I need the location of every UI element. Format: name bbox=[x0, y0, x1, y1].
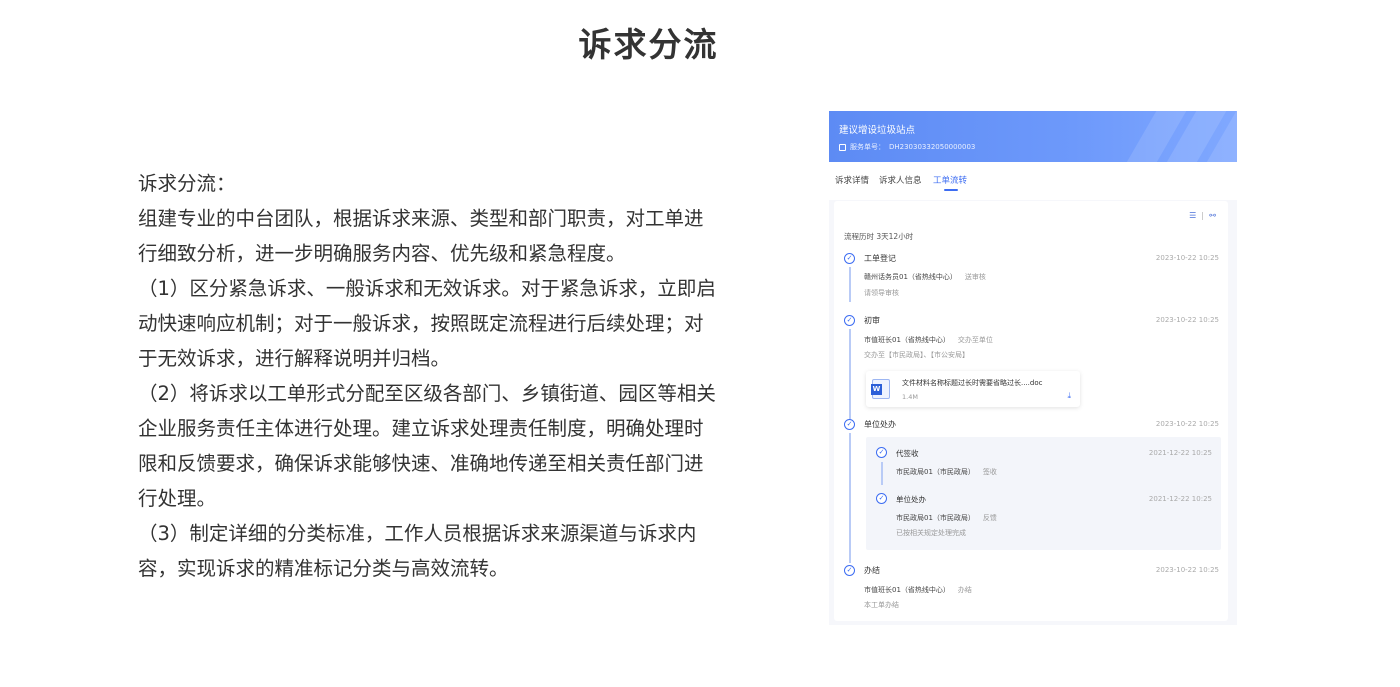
timeline-connector bbox=[849, 433, 851, 563]
step-time: 2023-10-22 10:25 bbox=[1155, 420, 1219, 428]
attachment-name: 文件材料名称标题过长时需要省略过长....doc bbox=[902, 379, 1043, 387]
attachment-file[interactable]: W 文件材料名称标题过长时需要省略过长....doc 1.4M ⤓ bbox=[866, 371, 1080, 407]
desc-line: 行处理。 bbox=[138, 487, 217, 510]
check-circle-icon: ✓ bbox=[844, 253, 855, 264]
desc-line: （2）将诉求以工单形式分配至区级各部门、乡镇街道、园区等相关 bbox=[138, 382, 716, 405]
desc-line: 限和反馈要求，确保诉求能够快速、准确地传递至相关责任部门进 bbox=[138, 452, 704, 475]
phone-mockup: 建议增设垃圾站点 服务单号： DH23030332050000003 诉求详情 … bbox=[829, 111, 1237, 625]
page-title: 诉求分流 bbox=[578, 25, 719, 64]
step-title: 工单登记 bbox=[864, 254, 896, 263]
desc-line: 动快速响应机制；对于一般诉求，按照既定流程进行后续处理；对 bbox=[138, 312, 704, 335]
actor-action: 送审核 bbox=[964, 273, 986, 281]
sub-step-time: 2021-12-22 10:25 bbox=[1148, 495, 1212, 503]
actor-action: 办结 bbox=[957, 586, 972, 594]
check-circle-icon: ✓ bbox=[844, 315, 855, 326]
sub-steps-box: ✓ 代签收 2021-12-22 10:25 市民政局01（市民政局） 签收 ✓ … bbox=[866, 437, 1221, 550]
service-number: 服务单号： DH23030332050000003 bbox=[839, 142, 975, 152]
step-time: 2023-10-22 10:25 bbox=[1155, 566, 1219, 574]
service-number-label: 服务单号： bbox=[850, 143, 885, 151]
word-doc-letter: W bbox=[871, 384, 882, 395]
flow-card: ☰ ⚯ 流程历时 3天12小时 ✓ 工单登记 2023-10-22 10:25 … bbox=[834, 201, 1228, 621]
timeline-connector bbox=[849, 329, 851, 419]
description-text: 诉求分流： 组建专业的中台团队，根据诉求来源、类型和部门职责，对工单进 行细致分… bbox=[138, 166, 738, 586]
sub-step-title: 单位处办 bbox=[896, 495, 926, 504]
step-title: 办结 bbox=[864, 566, 880, 575]
step-note: 本工单办结 bbox=[864, 601, 899, 609]
timeline-connector bbox=[881, 462, 883, 485]
desc-line: 容，实现诉求的精准标记分类与高效流转。 bbox=[138, 557, 509, 580]
word-doc-icon: W bbox=[871, 379, 890, 399]
actor-action: 签收 bbox=[982, 468, 997, 476]
sub-step-time: 2021-12-22 10:25 bbox=[1148, 449, 1212, 457]
actor-action: 交办至单位 bbox=[957, 336, 993, 344]
step-actor: 市值班长01（省热线中心） 办结 bbox=[864, 585, 972, 595]
total-duration: 流程历时 3天12小时 bbox=[844, 232, 914, 241]
actor-name: 市值班长01（省热线中心） bbox=[864, 336, 950, 344]
step-note: 请领导审核 bbox=[864, 289, 899, 297]
check-circle-icon: ✓ bbox=[876, 493, 887, 504]
step-note: 交办至【市民政局】、【市公安局】 bbox=[864, 351, 969, 359]
desc-line: 行细致分析，进一步明确服务内容、优先级和紧急程度。 bbox=[138, 242, 626, 265]
desc-line: 诉求分流： bbox=[138, 172, 236, 195]
tab-requester-info[interactable]: 诉求人信息 bbox=[879, 174, 922, 186]
actor-name: 市民政局01（市民政局） bbox=[896, 514, 975, 522]
ticket-header: 建议增设垃圾站点 服务单号： DH23030332050000003 bbox=[829, 111, 1237, 162]
sub-step-note: 已按相关规定处理完成 bbox=[896, 529, 966, 537]
tree-view-icon[interactable]: ⚯ bbox=[1209, 211, 1216, 220]
check-circle-icon: ✓ bbox=[844, 565, 855, 576]
download-icon[interactable]: ⤓ bbox=[1067, 391, 1071, 401]
actor-name: 市民政局01（市民政局） bbox=[896, 468, 975, 476]
step-actor: 市值班长01（省热线中心） 交办至单位 bbox=[864, 335, 993, 345]
step-title: 初审 bbox=[864, 316, 880, 325]
service-number-value: DH23030332050000003 bbox=[889, 143, 976, 151]
document-icon bbox=[839, 143, 846, 151]
sub-step-title: 代签收 bbox=[896, 449, 919, 458]
actor-action: 反馈 bbox=[982, 514, 997, 522]
actor-name: 赣州话务员01（省热线中心） bbox=[864, 273, 957, 281]
desc-line: （3）制定详细的分类标准，工作人员根据诉求来源渠道与诉求内 bbox=[138, 522, 697, 545]
tab-bar: 诉求详情 诉求人信息 工单流转 bbox=[829, 162, 1237, 200]
desc-line: 组建专业的中台团队，根据诉求来源、类型和部门职责，对工单进 bbox=[138, 207, 704, 230]
ticket-title: 建议增设垃圾站点 bbox=[839, 125, 916, 136]
step-actor: 赣州话务员01（省热线中心） 送审核 bbox=[864, 272, 986, 282]
desc-line: 于无效诉求，进行解释说明并归档。 bbox=[138, 347, 451, 370]
step-title: 单位处办 bbox=[864, 420, 896, 429]
check-circle-icon: ✓ bbox=[876, 447, 887, 458]
view-switch: ☰ ⚯ bbox=[1189, 211, 1216, 220]
sub-step-actor: 市民政局01（市民政局） 反馈 bbox=[896, 513, 997, 523]
step-time: 2023-10-22 10:25 bbox=[1155, 316, 1219, 324]
step-time: 2023-10-22 10:25 bbox=[1155, 254, 1219, 262]
check-circle-icon: ✓ bbox=[844, 419, 855, 430]
list-view-icon[interactable]: ☰ bbox=[1189, 211, 1196, 220]
tab-request-detail[interactable]: 诉求详情 bbox=[835, 174, 869, 186]
sub-step-actor: 市民政局01（市民政局） 签收 bbox=[896, 467, 997, 477]
actor-name: 市值班长01（省热线中心） bbox=[864, 586, 950, 594]
attachment-size: 1.4M bbox=[902, 393, 918, 401]
tab-ticket-flow[interactable]: 工单流转 bbox=[933, 174, 967, 191]
divider bbox=[1202, 211, 1204, 220]
desc-line: 企业服务责任主体进行处理。建立诉求处理责任制度，明确处理时 bbox=[138, 417, 704, 440]
desc-line: （1）区分紧急诉求、一般诉求和无效诉求。对于紧急诉求，立即启 bbox=[138, 277, 716, 300]
timeline-connector bbox=[849, 267, 851, 302]
